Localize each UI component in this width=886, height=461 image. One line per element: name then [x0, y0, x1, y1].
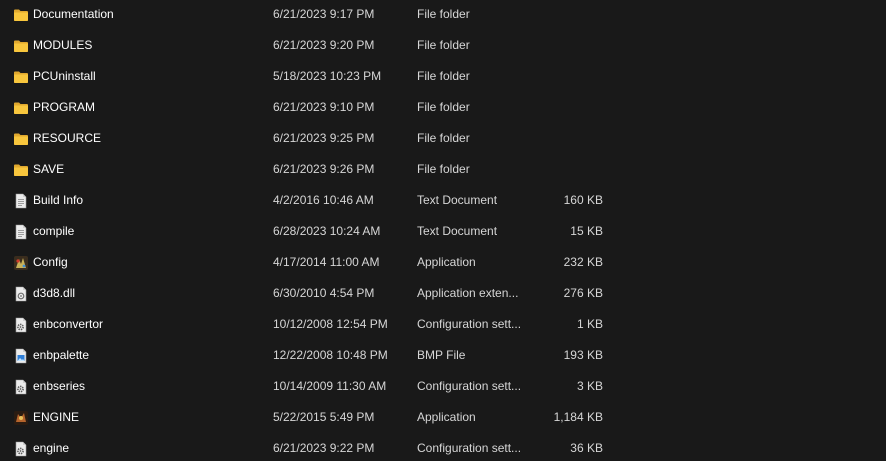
file-type: File folder [417, 7, 470, 21]
file-date-modified: 10/12/2008 12:54 PM [273, 317, 388, 331]
folder-icon [13, 69, 29, 85]
file-date-modified: 6/21/2023 9:25 PM [273, 131, 375, 145]
file-row[interactable]: Config 4/17/2014 11:00 AM Application 232 K… [0, 248, 886, 279]
file-name: Documentation [33, 7, 114, 21]
file-size: 36 KB [570, 441, 603, 455]
dll-file-icon [13, 286, 29, 302]
file-size: 276 KB [563, 286, 603, 300]
file-type: Application exten... [417, 286, 519, 300]
file-size: 15 KB [570, 224, 603, 238]
file-date-modified: 4/2/2016 10:46 AM [273, 193, 374, 207]
file-name: MODULES [33, 38, 93, 52]
file-row[interactable]: engine 6/21/2023 9:22 PM Configuration set… [0, 434, 886, 461]
folder-icon [13, 7, 29, 23]
file-row[interactable]: enbconvertor 10/12/2008 12:54 PM Configura… [0, 310, 886, 341]
file-row[interactable]: d3d8.dll 6/30/2010 4:54 PM Application ext… [0, 279, 886, 310]
file-date-modified: 6/21/2023 9:26 PM [273, 162, 375, 176]
file-type: Configuration sett... [417, 317, 522, 331]
file-type: File folder [417, 69, 470, 83]
file-type: File folder [417, 100, 470, 114]
file-date-modified: 5/18/2023 10:23 PM [273, 69, 382, 83]
file-date-modified: 6/28/2023 10:24 AM [273, 224, 381, 238]
file-type: File folder [417, 162, 470, 176]
text-document-icon [13, 193, 29, 209]
config-file-icon [13, 317, 29, 333]
file-row[interactable]: MODULES 6/21/2023 9:20 PM File folder [0, 31, 886, 62]
file-row[interactable]: RESOURCE 6/21/2023 9:25 PM File folder [0, 124, 886, 155]
file-type: Text Document [417, 224, 498, 238]
file-type: File folder [417, 38, 470, 52]
file-name: engine [33, 441, 70, 455]
file-type: File folder [417, 131, 470, 145]
file-name: Build Info [33, 193, 84, 207]
folder-icon [13, 162, 29, 178]
file-name: SAVE [33, 162, 65, 176]
file-name: Config [33, 255, 68, 269]
file-size: 232 KB [563, 255, 603, 269]
file-size: 3 KB [576, 379, 603, 393]
file-date-modified: 12/22/2008 10:48 PM [273, 348, 388, 362]
config-file-icon [13, 441, 29, 457]
file-row[interactable]: enbseries 10/14/2009 11:30 AM Configuratio… [0, 372, 886, 403]
file-date-modified: 10/14/2009 11:30 AM [273, 379, 387, 393]
file-name: enbconvertor [33, 317, 104, 331]
file-type: Configuration sett... [417, 379, 522, 393]
file-size: 160 KB [563, 193, 603, 207]
folder-icon [13, 38, 29, 54]
file-row[interactable]: compile 6/28/2023 10:24 AM Text Document 15… [0, 217, 886, 248]
file-date-modified: 6/21/2023 9:10 PM [273, 100, 375, 114]
file-row[interactable]: PCUninstall 5/18/2023 10:23 PM File folder [0, 62, 886, 93]
file-date-modified: 6/21/2023 9:22 PM [273, 441, 375, 455]
file-name: d3d8.dll [33, 286, 76, 300]
file-name: RESOURCE [33, 131, 102, 145]
file-name: enbpalette [33, 348, 90, 362]
file-type: Configuration sett... [417, 441, 522, 455]
file-name: enbseries [33, 379, 86, 393]
file-size: 1,184 KB [553, 410, 603, 424]
file-row[interactable]: Build Info 4/2/2016 10:46 AM Text Document… [0, 186, 886, 217]
engine-application-icon [13, 410, 29, 426]
file-date-modified: 5/22/2015 5:49 PM [273, 410, 375, 424]
text-document-icon [13, 224, 29, 240]
file-date-modified: 6/21/2023 9:20 PM [273, 38, 375, 52]
file-date-modified: 4/17/2014 11:00 AM [273, 255, 380, 269]
image-file-icon [13, 348, 29, 364]
file-type: Application [417, 255, 476, 269]
file-size: 1 KB [576, 317, 603, 331]
application-icon [13, 255, 29, 271]
file-type: BMP File [417, 348, 466, 362]
file-date-modified: 6/21/2023 9:17 PM [273, 7, 375, 21]
file-name: ENGINE [33, 410, 80, 424]
file-name: compile [33, 224, 75, 238]
file-row[interactable]: Documentation 6/21/2023 9:17 PM File folde… [0, 0, 886, 31]
folder-icon [13, 131, 29, 147]
file-row[interactable]: PROGRAM 6/21/2023 9:10 PM File folder [0, 93, 886, 124]
file-type: Application [417, 410, 476, 424]
file-size: 193 KB [563, 348, 603, 362]
folder-icon [13, 100, 29, 116]
file-row[interactable]: enbpalette 12/22/2008 10:48 PM BMP File 193… [0, 341, 886, 372]
file-name: PROGRAM [33, 100, 96, 114]
file-row[interactable]: ENGINE 5/22/2015 5:49 PM Application 1,184 … [0, 403, 886, 434]
config-file-icon [13, 379, 29, 395]
file-date-modified: 6/30/2010 4:54 PM [273, 286, 375, 300]
file-name: PCUninstall [33, 69, 96, 83]
file-list: Documentation 6/21/2023 9:17 PM File folde… [0, 0, 886, 461]
file-row[interactable]: SAVE 6/21/2023 9:26 PM File folder [0, 155, 886, 186]
file-type: Text Document [417, 193, 498, 207]
